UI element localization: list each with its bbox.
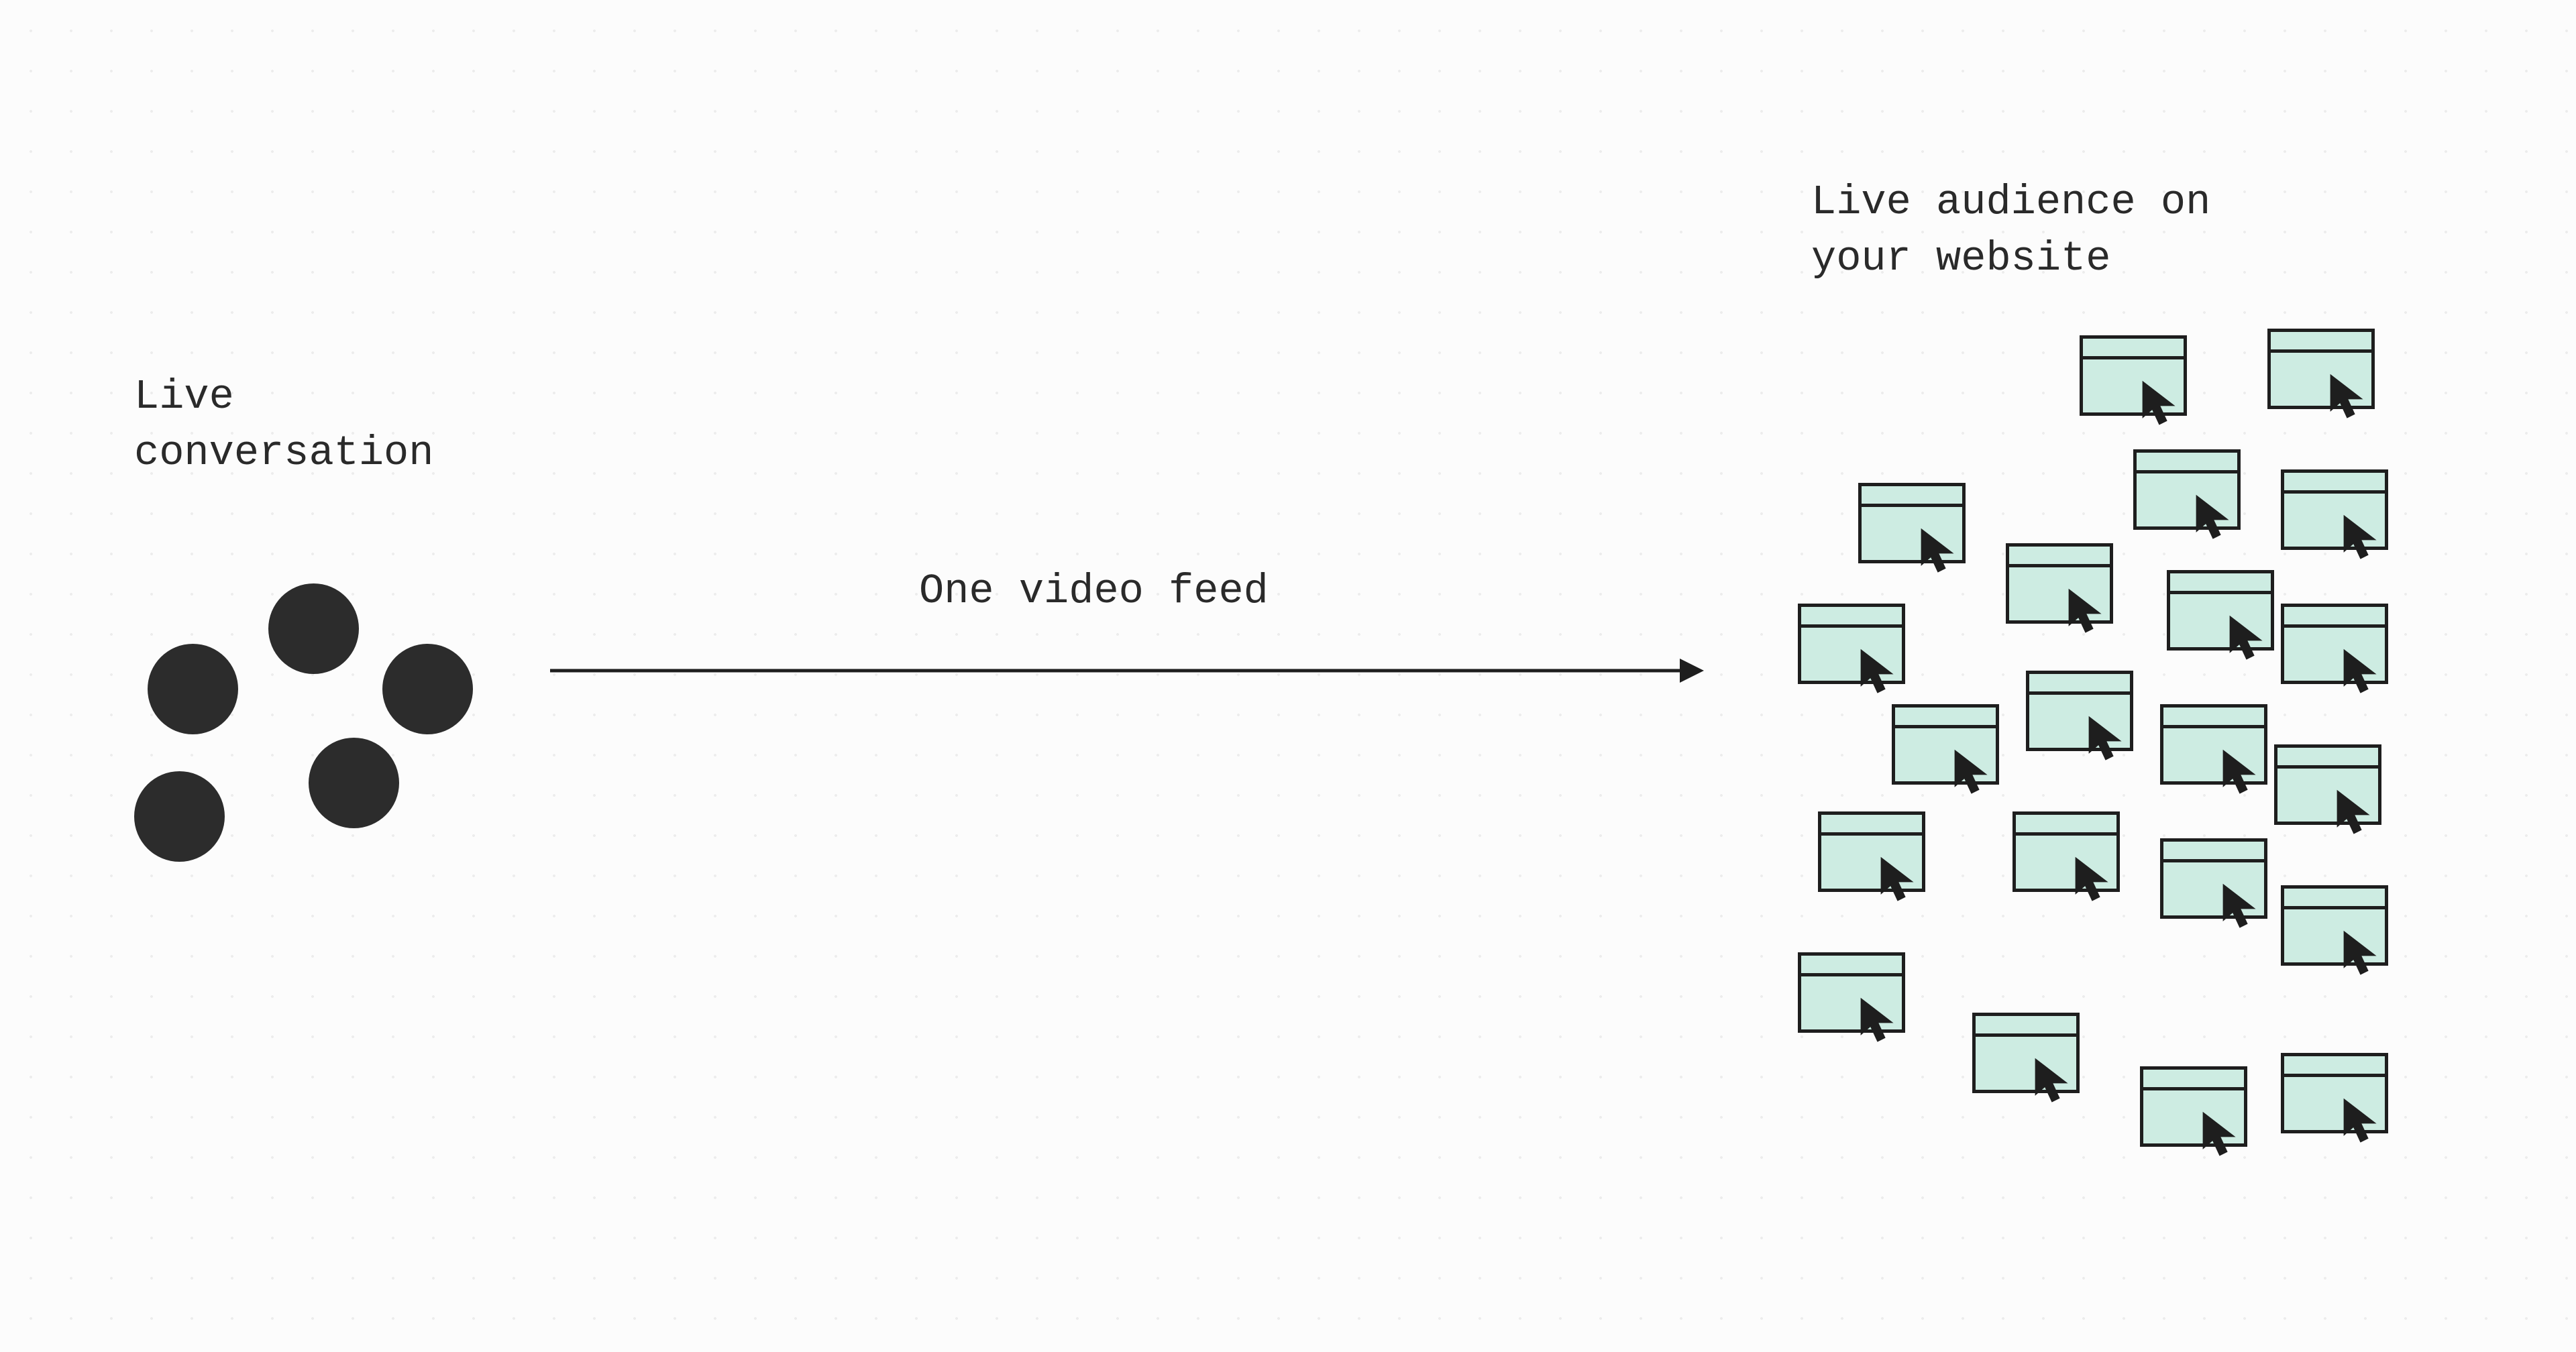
browser-window-icon	[1858, 483, 1966, 563]
browser-window-icon	[2133, 449, 2241, 530]
cursor-icon	[2340, 929, 2381, 976]
browser-window-icon	[1818, 811, 1925, 892]
participant-dot-icon	[148, 644, 238, 734]
browser-window-icon	[2281, 1053, 2388, 1133]
left-section-label: Live conversation	[134, 369, 433, 481]
browser-window-icon	[2006, 543, 2113, 624]
live-conversation-cluster	[107, 570, 523, 919]
arrow-label: One video feed	[919, 563, 1269, 620]
browser-window-icon	[1798, 604, 1905, 684]
browser-window-icon	[1892, 704, 1999, 785]
browser-window-icon	[2281, 885, 2388, 966]
cursor-icon	[1877, 856, 1919, 903]
participant-dot-icon	[382, 644, 473, 734]
browser-window-icon	[2160, 704, 2267, 785]
cursor-icon	[2199, 1111, 2241, 1158]
cursor-icon	[2139, 380, 2180, 427]
cursor-icon	[2192, 494, 2234, 541]
browser-window-icon	[2167, 570, 2274, 651]
cursor-icon	[2333, 789, 2375, 836]
participant-dot-icon	[309, 738, 399, 828]
browser-window-icon	[2281, 604, 2388, 684]
browser-window-icon	[2274, 744, 2381, 825]
browser-window-icon	[2026, 671, 2133, 751]
browser-window-icon	[2140, 1066, 2247, 1147]
cursor-icon	[2226, 614, 2267, 661]
cursor-icon	[1857, 997, 1898, 1044]
cursor-icon	[2085, 715, 2127, 762]
browser-window-icon	[1798, 952, 1905, 1033]
live-audience-cluster	[1758, 329, 2509, 1200]
browser-window-icon	[2160, 838, 2267, 919]
participant-dot-icon	[134, 771, 225, 862]
cursor-icon	[2072, 856, 2113, 903]
browser-window-icon	[2267, 329, 2375, 409]
participant-dot-icon	[268, 583, 359, 674]
cursor-icon	[2340, 1097, 2381, 1144]
cursor-icon	[2031, 1057, 2073, 1104]
cursor-icon	[2219, 883, 2261, 929]
cursor-icon	[1917, 527, 1959, 574]
arrow-right-icon	[550, 644, 1724, 697]
diagram-canvas: Live conversation One video feed Live au…	[0, 0, 2576, 1352]
cursor-icon	[2326, 373, 2368, 420]
cursor-icon	[2340, 648, 2381, 695]
browser-window-icon	[2080, 335, 2187, 416]
cursor-icon	[1857, 648, 1898, 695]
cursor-icon	[1951, 748, 1992, 795]
browser-window-icon	[2281, 469, 2388, 550]
cursor-icon	[2340, 514, 2381, 561]
cursor-icon	[2219, 748, 2261, 795]
cursor-icon	[2065, 587, 2106, 634]
browser-window-icon	[1972, 1013, 2080, 1093]
right-section-label: Live audience on your website	[1811, 174, 2210, 286]
browser-window-icon	[2012, 811, 2120, 892]
